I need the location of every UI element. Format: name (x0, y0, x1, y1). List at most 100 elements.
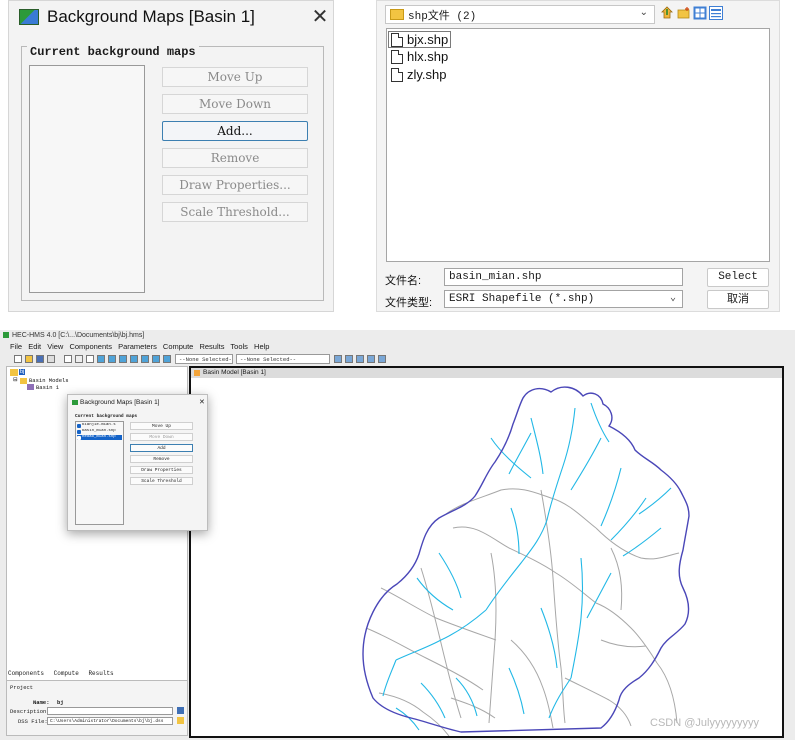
subbasin-tool-icon[interactable] (97, 355, 105, 363)
map-list-item[interactable]: bianjie-mian.s (77, 423, 122, 428)
watermark: CSDN @Julyyyyyyyyy (650, 717, 759, 729)
menu-parameters[interactable]: Parameters (118, 342, 157, 351)
mini-remove-button[interactable]: Remove (130, 455, 193, 463)
file-icon (391, 67, 403, 82)
global-summary-icon[interactable] (345, 355, 353, 363)
results-table-icon[interactable] (367, 355, 375, 363)
menu-tools[interactable]: Tools (230, 342, 248, 351)
run-select-1[interactable]: --None Selected-- (175, 354, 233, 372)
current-maps-label: Current background maps (27, 45, 199, 59)
tab-results[interactable]: Results (88, 670, 113, 677)
details-view-icon[interactable] (709, 6, 723, 20)
basin-model-window: Basin Model [Basin 1] (189, 366, 784, 738)
move-down-button[interactable]: Move Down (162, 94, 308, 114)
tab-compute[interactable]: Compute (54, 670, 79, 677)
new-folder-icon[interactable] (677, 6, 691, 20)
project-icon (10, 369, 18, 376)
mini-move-up-button[interactable]: Move Up (130, 422, 193, 430)
menu-components[interactable]: Components (69, 342, 112, 351)
move-up-button[interactable]: Move Up (162, 67, 308, 87)
time-series-icon[interactable] (378, 355, 386, 363)
mini-draw-properties-button[interactable]: Draw Properties (130, 466, 193, 474)
basin-icon (194, 370, 200, 376)
tab-project[interactable]: Project (10, 684, 33, 691)
mini-current-maps-label: Current background maps (75, 414, 138, 419)
file-icon (391, 49, 403, 64)
mini-move-down-button[interactable]: Move Down (130, 433, 193, 441)
menu-results[interactable]: Results (199, 342, 224, 351)
basin-map-canvas[interactable] (191, 378, 782, 736)
select-button[interactable]: Select (707, 268, 769, 287)
reservoir-tool-icon[interactable] (119, 355, 127, 363)
tree-expand-icon[interactable]: ⊟ (13, 377, 18, 383)
file-item[interactable]: bjx.shp (388, 31, 452, 48)
tab-components[interactable]: Components (8, 670, 44, 677)
file-item[interactable]: zly.shp (391, 67, 447, 82)
file-item[interactable]: hlx.shp (391, 49, 448, 64)
look-in-dropdown[interactable]: shp文件 (2) ⌄ (385, 5, 655, 24)
river-layer (382, 402, 672, 731)
run-select-2[interactable]: --None Selected-- (236, 354, 330, 364)
add-button[interactable]: Add... (162, 121, 308, 141)
junction-tool-icon[interactable] (130, 355, 138, 363)
tree-basin-1[interactable]: Basin 1 (36, 384, 59, 391)
filename-label: 文件名: (385, 275, 422, 287)
filetype-select[interactable]: ESRI Shapefile (*.shp) ⌄ (444, 290, 683, 308)
checkbox-icon[interactable] (77, 429, 81, 434)
description-field[interactable] (47, 707, 173, 715)
description-edit-icon[interactable] (177, 707, 184, 714)
pointer-icon[interactable] (64, 355, 72, 363)
description-label: Description: (10, 708, 50, 715)
subbasin-layer (365, 488, 680, 736)
checkbox-icon[interactable] (77, 435, 81, 440)
pan-icon[interactable] (75, 355, 83, 363)
mini-scale-threshold-button[interactable]: Scale Threshold (130, 477, 193, 485)
results-graph-icon[interactable] (356, 355, 364, 363)
filename-input[interactable]: basin_mian.shp (444, 268, 683, 286)
dss-file-label: DSS File: (18, 718, 48, 725)
list-view-icon[interactable] (693, 6, 707, 20)
mini-dialog-title: Background Maps [Basin 1] (80, 399, 160, 406)
dss-file-field[interactable]: C:\Users\Administrator\Documents\bj\bj.d… (47, 717, 173, 725)
app-icon (3, 332, 9, 338)
zoom-icon[interactable] (86, 355, 94, 363)
map-list-item-selected[interactable]: hedao_mian.shp (77, 435, 122, 440)
remove-button[interactable]: Remove (162, 148, 308, 168)
explorer-tabs: Components Compute Results (8, 670, 114, 677)
menu-file[interactable]: File (10, 342, 22, 351)
chevron-down-icon: ⌄ (639, 7, 648, 18)
cancel-button[interactable]: 取消 (707, 290, 769, 309)
menu-compute[interactable]: Compute (163, 342, 193, 351)
reach-tool-icon[interactable] (108, 355, 116, 363)
mini-maps-listbox[interactable]: bianjie-mian.s basin_mian.shp hedao_mian… (75, 421, 124, 525)
app-map-icon (72, 400, 78, 405)
new-icon[interactable] (14, 355, 22, 363)
print-icon[interactable] (47, 355, 55, 363)
sink-tool-icon[interactable] (163, 355, 171, 363)
map-list-item[interactable]: basin_mian.shp (77, 429, 122, 434)
file-chooser-dialog: shp文件 (2) ⌄ bjx.shp hlx.shp zly.shp 文件名:… (376, 0, 780, 312)
browse-folder-icon[interactable] (177, 717, 184, 724)
menu-edit[interactable]: Edit (28, 342, 41, 351)
diversion-tool-icon[interactable] (141, 355, 149, 363)
draw-properties-button[interactable]: Draw Properties... (162, 175, 308, 195)
open-icon[interactable] (25, 355, 33, 363)
background-maps-dialog: Background Maps [Basin 1] ✕ Current back… (8, 0, 334, 312)
filetype-label: 文件类型: (385, 297, 433, 309)
menu-view[interactable]: View (47, 342, 63, 351)
menu-help[interactable]: Help (254, 342, 269, 351)
compute-icon[interactable] (334, 355, 342, 363)
file-list[interactable]: bjx.shp hlx.shp zly.shp (386, 28, 770, 262)
source-tool-icon[interactable] (152, 355, 160, 363)
close-icon[interactable]: ✕ (199, 398, 205, 406)
mini-add-button[interactable]: Add (130, 444, 193, 452)
scale-threshold-button[interactable]: Scale Threshold... (162, 202, 308, 222)
close-icon[interactable]: ✕ (309, 4, 331, 29)
up-folder-icon[interactable] (661, 6, 675, 20)
save-icon[interactable] (36, 355, 44, 363)
toolbar: --None Selected-- --None Selected-- (0, 353, 795, 372)
maps-listbox[interactable] (29, 65, 145, 293)
tree-basin-models[interactable]: Basin Models (29, 377, 69, 384)
checkbox-icon[interactable] (77, 423, 81, 428)
tree-project[interactable]: bj (19, 369, 26, 375)
